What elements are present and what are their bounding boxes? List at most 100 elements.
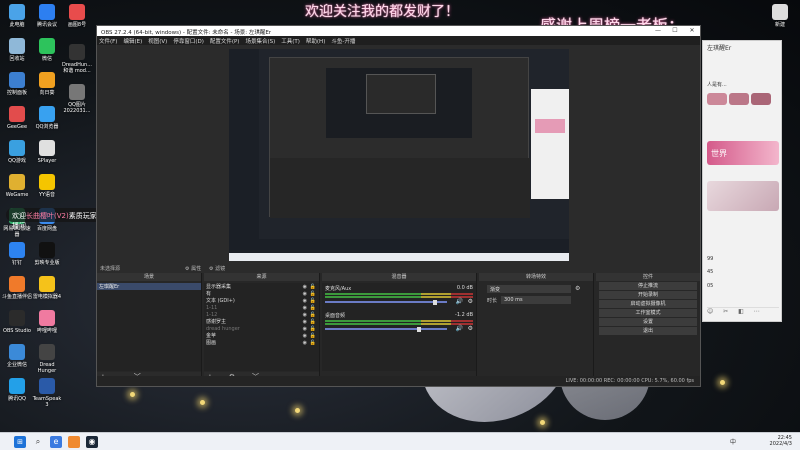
eye-icon[interactable]: ◉	[303, 319, 307, 325]
lock-icon[interactable]: 🔓	[310, 340, 316, 346]
desktop-icon[interactable]: 控制面板	[2, 72, 32, 96]
lock-icon[interactable]: 🔓	[310, 305, 316, 311]
source-row[interactable]: 文本 (GDI+) ◉ 🔓	[204, 297, 319, 305]
source-row[interactable]: 显示器采集 ◉ 🔓	[204, 283, 319, 291]
desktop-icon[interactable]: QQ图片 2022031...	[62, 84, 92, 114]
preview-canvas[interactable]	[229, 49, 569, 261]
desktop-icon[interactable]: GeeGee	[2, 106, 32, 130]
close-button[interactable]: ✕	[684, 27, 700, 34]
eye-icon[interactable]: ◉	[303, 284, 307, 290]
eye-icon[interactable]: ◉	[303, 305, 307, 311]
scene-item[interactable]: 左琪醒Er	[97, 283, 201, 290]
maximize-button[interactable]: ☐	[667, 27, 683, 34]
gear-icon[interactable]: ⚙	[468, 325, 473, 332]
filters-button[interactable]: ⚙ 滤镜	[209, 265, 225, 272]
control-button[interactable]: 设置	[599, 318, 697, 326]
eye-icon[interactable]: ◉	[303, 291, 307, 297]
desktop-icon[interactable]: WeGame	[2, 174, 32, 198]
menu-item[interactable]: 视图(V)	[148, 37, 167, 45]
speaker-icon[interactable]: 🔊	[456, 325, 463, 332]
transition-settings-icon[interactable]: ⚙	[575, 285, 580, 292]
system-clock[interactable]: 22:45 2022/4/3	[770, 435, 792, 447]
desktop-icon[interactable]: 画图8号	[62, 4, 92, 28]
chat-tools[interactable]: ☺ ✂ ◧ ⋯	[707, 307, 779, 317]
desktop-icon[interactable]: 微信	[32, 38, 62, 62]
lock-icon[interactable]: 🔓	[310, 284, 316, 290]
nested-thumbnail	[535, 119, 565, 133]
desktop-icon[interactable]: TeamSpeak 3	[32, 378, 62, 408]
desktop-icon[interactable]: 雷电模拟器4	[32, 276, 62, 300]
tray-ime[interactable]: 中	[730, 437, 736, 446]
search-icon[interactable]: ⌕	[32, 436, 44, 448]
desktop-icon[interactable]: 腾讯QQ	[2, 378, 32, 402]
volume-knob[interactable]	[433, 300, 438, 305]
desktop-icon[interactable]: Dread Hunger	[32, 344, 62, 374]
volume-slider[interactable]: 🔊 ⚙	[325, 325, 473, 332]
browser-icon[interactable]: e	[50, 436, 62, 448]
volume-knob[interactable]	[416, 327, 421, 332]
eye-icon[interactable]: ◉	[303, 333, 307, 339]
control-button[interactable]: 工作室模式	[599, 309, 697, 317]
steam-icon[interactable]: ◉	[86, 436, 98, 448]
desktop-icon[interactable]: SPlayer	[32, 140, 62, 164]
desktop-icon[interactable]: 企业微信	[2, 344, 32, 368]
source-row[interactable]: 有 ◉ 🔓	[204, 290, 319, 298]
menu-item[interactable]: 斗鱼-开播	[331, 37, 355, 45]
obs-titlebar[interactable]: OBS 27.2.4 (64-bit, windows) - 配置文件: 未命名…	[97, 26, 700, 36]
source-row[interactable]: 金苹 ◉ 🔓	[204, 332, 319, 340]
menu-item[interactable]: 文件(F)	[99, 37, 117, 45]
lock-icon[interactable]: 🔓	[310, 312, 316, 318]
menu-item[interactable]: 工具(T)	[281, 37, 300, 45]
start-button[interactable]: ⊞	[14, 436, 26, 448]
menu-item[interactable]: 帮助(H)	[306, 37, 325, 45]
source-row[interactable]: 感谢罗主 ◉ 🔓	[204, 318, 319, 326]
lock-icon[interactable]: 🔓	[310, 291, 316, 297]
desktop-icon[interactable]: OBS Studio	[2, 310, 32, 334]
source-row[interactable]: dread hunger ◉ 🔓	[204, 325, 319, 332]
menu-item[interactable]: 配置文件(P)	[210, 37, 240, 45]
eye-icon[interactable]: ◉	[303, 298, 307, 304]
control-button[interactable]: 停止推流	[599, 282, 697, 290]
control-button[interactable]: 开始录制	[599, 291, 697, 299]
desktop-icon[interactable]: 钉钉	[2, 242, 32, 266]
menu-item[interactable]: 停靠窗口(D)	[173, 37, 204, 45]
speaker-icon[interactable]: 🔊	[456, 298, 463, 305]
gear-icon[interactable]: ⚙	[468, 298, 473, 305]
control-button[interactable]: 启动虚拟摄像机	[599, 300, 697, 308]
desktop-icon[interactable]: QQ浏览器	[32, 106, 62, 130]
lock-icon[interactable]: 🔓	[310, 319, 316, 325]
transition-select[interactable]: 渐变	[487, 285, 571, 293]
menu-item[interactable]: 编辑(E)	[123, 37, 142, 45]
desktop-icon[interactable]: 哔哩哔哩	[32, 310, 62, 334]
desktop-icon-new[interactable]: 新建	[765, 4, 795, 28]
source-row[interactable]: 1-11 ◉ 🔓	[204, 304, 319, 311]
desktop-icon[interactable]: 剪映专业版	[32, 242, 62, 266]
lock-icon[interactable]: 🔓	[310, 298, 316, 304]
eye-icon[interactable]: ◉	[303, 326, 307, 332]
app-icon[interactable]	[68, 436, 80, 448]
desktop-icon[interactable]: 斗鱼直播伴侣	[2, 276, 32, 300]
lock-icon[interactable]: 🔓	[310, 326, 316, 332]
duration-input[interactable]: 300 ms	[501, 296, 571, 304]
desktop-icon[interactable]: QQ游戏	[2, 140, 32, 164]
eye-icon[interactable]: ◉	[303, 312, 307, 318]
minimize-button[interactable]: —	[650, 27, 666, 34]
lock-icon[interactable]: 🔓	[310, 333, 316, 339]
desktop-icon[interactable]: DreadHun... 和谐 mod...	[62, 44, 92, 74]
menu-item[interactable]: 场景集合(S)	[245, 37, 275, 45]
source-row[interactable]: 图画 ◉ 🔓	[204, 339, 319, 347]
transitions-dock-title: 转场特效	[479, 273, 593, 281]
eye-icon[interactable]: ◉	[303, 340, 307, 346]
desktop-icon[interactable]: YY语音	[32, 174, 62, 198]
volume-slider[interactable]: 🔊 ⚙	[325, 298, 473, 305]
obs-preview-area[interactable]: 未选择源 ⚙ 属性 ⚙ 滤镜	[97, 45, 700, 273]
desktop-icon[interactable]: 向日葵	[32, 72, 62, 96]
properties-button[interactable]: ⚙ 属性	[185, 265, 201, 272]
desktop-icon[interactable]: 此电脑	[2, 4, 32, 28]
desktop-icon[interactable]: 回收站	[2, 38, 32, 62]
game-cover[interactable]	[707, 181, 779, 211]
control-button[interactable]: 退出	[599, 327, 697, 335]
source-row[interactable]: 1-12 ◉ 🔓	[204, 311, 319, 318]
game-banner[interactable]: 世界	[707, 141, 779, 165]
desktop-icon[interactable]: 腾讯会议	[32, 4, 62, 28]
